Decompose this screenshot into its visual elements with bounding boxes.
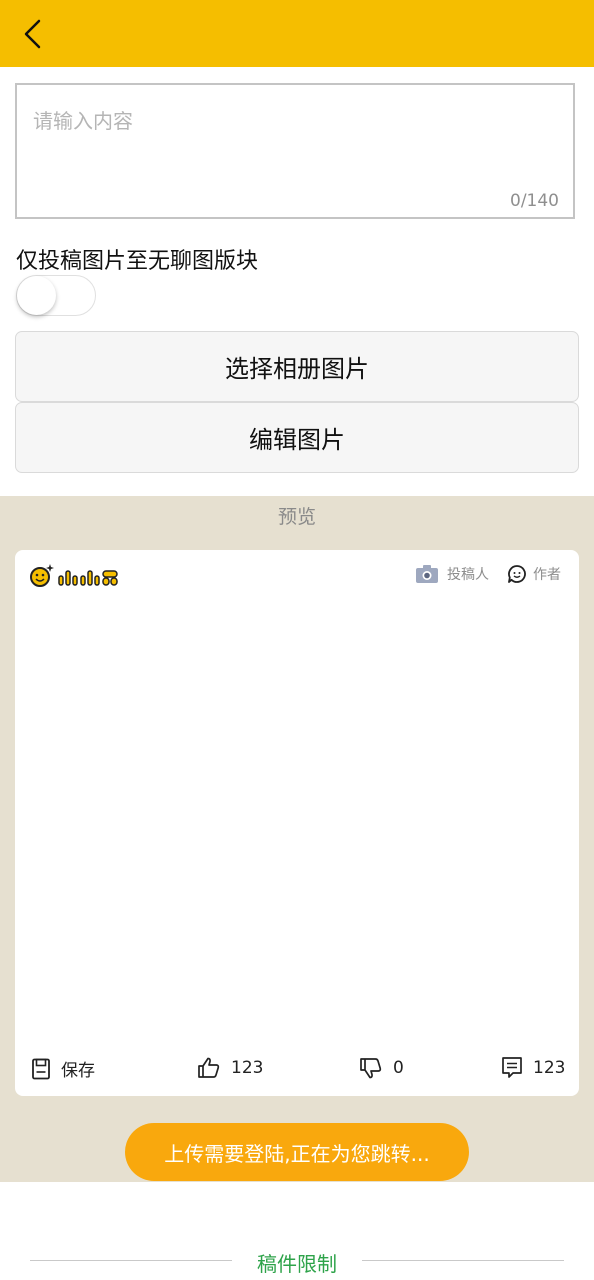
author-meta: 作者 <box>507 564 561 584</box>
comment-action[interactable]: 123 <box>501 1056 565 1080</box>
thumbs-down-icon <box>360 1058 382 1079</box>
camera-icon <box>416 565 438 583</box>
save-icon <box>32 1058 50 1079</box>
preview-label: 预览 <box>277 506 316 528</box>
top-bar <box>0 0 594 67</box>
back-button[interactable] <box>14 14 54 54</box>
login-redirect-toast: 上传需要登陆,正在为您跳转... <box>125 1123 469 1181</box>
save-action[interactable]: 保存 <box>31 1056 95 1081</box>
chevron-left-icon <box>24 19 41 49</box>
toggle-knob <box>17 276 56 315</box>
save-label: 保存 <box>61 1061 95 1081</box>
dislike-action[interactable]: 0 <box>359 1056 404 1080</box>
edit-image-button[interactable]: 编辑图片 <box>15 402 579 473</box>
like-count: 123 <box>231 1058 264 1078</box>
app-logo <box>29 562 121 594</box>
comment-icon <box>502 1057 522 1078</box>
only-pictures-toggle[interactable] <box>16 275 96 316</box>
content-placeholder: 请输入内容 <box>33 109 133 133</box>
dislike-count: 0 <box>393 1058 404 1078</box>
submission-limit-link[interactable]: 稿件限制 <box>0 1248 594 1277</box>
author-label: 作者 <box>533 567 561 583</box>
chat-bubble-icon <box>508 565 526 583</box>
content-textarea[interactable]: 请输入内容 0/140 <box>15 83 575 219</box>
like-action[interactable]: 123 <box>197 1056 263 1080</box>
select-album-button[interactable]: 选择相册图片 <box>15 331 579 402</box>
character-counter: 0/140 <box>510 191 559 211</box>
thumbs-up-icon <box>198 1057 220 1078</box>
comment-count: 123 <box>533 1058 566 1078</box>
preview-card: 投稿人 作者 保存 123 0 123 <box>15 550 579 1096</box>
submitter-meta: 投稿人 <box>415 564 489 584</box>
submitter-label: 投稿人 <box>447 567 489 583</box>
toggle-label: 仅投稿图片至无聊图版块 <box>16 249 259 274</box>
